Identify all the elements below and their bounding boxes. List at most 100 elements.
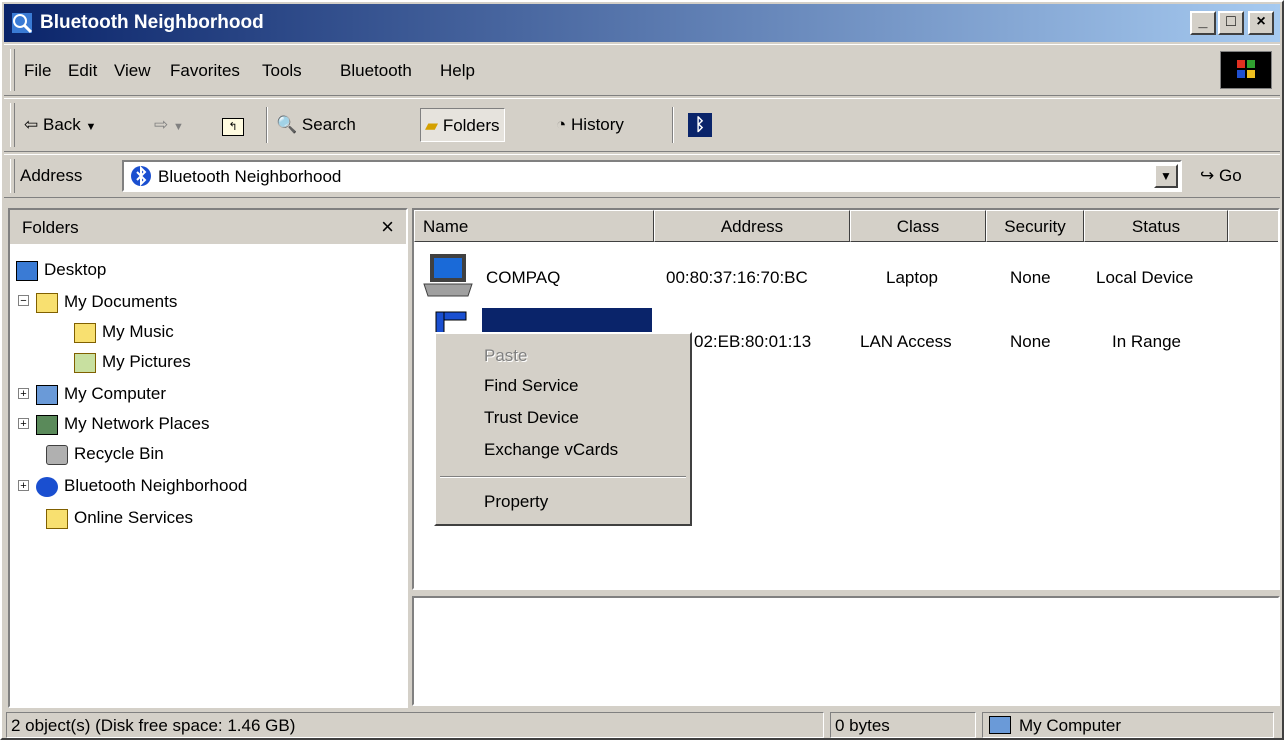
tree-label: My Network Places (64, 414, 210, 433)
tree-label: Recycle Bin (74, 444, 164, 463)
address-label: Address (20, 166, 83, 185)
row-status: Local Device (1096, 268, 1194, 287)
toolbar-separator (266, 107, 268, 143)
folder-icon (46, 508, 68, 529)
tree-item-bluetooth-neighborhood[interactable]: Bluetooth Neighborhood (36, 472, 247, 500)
go-button[interactable]: ↪ Go (1200, 166, 1242, 186)
address-dropdown-button[interactable]: ▼ (1154, 164, 1178, 188)
folders-label: Folders (442, 116, 500, 135)
row-address: 00:80:37:16:70:BC (666, 268, 808, 287)
tree-item-my-computer[interactable]: My Computer (36, 380, 166, 408)
tree-label: Online Services (74, 508, 194, 527)
tree-label: My Documents (64, 292, 178, 311)
tree-item-online-services[interactable]: Online Services (46, 504, 193, 532)
explorer-window: Bluetooth Neighborhood _ □ × File Edit V… (0, 0, 1284, 740)
expand-expander[interactable]: + (18, 418, 29, 430)
menubar-grip[interactable] (10, 49, 15, 91)
title-bar[interactable]: Bluetooth Neighborhood _ □ × (4, 4, 1280, 42)
close-button[interactable]: × (1248, 11, 1274, 35)
bluetooth-icon: ᛒ (688, 113, 712, 137)
menu-item-exchange-vcards[interactable]: Exchange vCards (484, 440, 618, 460)
menu-help[interactable]: Help (440, 61, 475, 81)
folders-button[interactable]: ▰ Folders (420, 108, 505, 142)
tree-item-recycle-bin[interactable]: Recycle Bin (46, 440, 164, 468)
column-header-class[interactable]: Class (850, 210, 986, 242)
row-status: In Range (1112, 332, 1181, 351)
column-header-address[interactable]: Address (654, 210, 850, 242)
menu-separator (440, 476, 686, 478)
preview-pane (412, 596, 1280, 706)
desktop-icon (16, 260, 38, 281)
laptop-icon[interactable] (422, 252, 474, 298)
back-button[interactable]: ⇦ Back ▼ (24, 108, 96, 142)
bluetooth-toolbar-button[interactable]: ᛒ (688, 108, 712, 142)
up-folder-icon: ↰ (222, 118, 244, 136)
up-folder-button[interactable]: ↰ (222, 108, 244, 142)
menu-favorites[interactable]: Favorites (170, 61, 240, 81)
collapse-expander[interactable]: − (18, 295, 29, 307)
row-name[interactable]: COMPAQ (486, 268, 560, 288)
selected-device-name[interactable] (482, 308, 652, 334)
menu-item-property[interactable]: Property (484, 492, 548, 512)
tree-item-my-documents[interactable]: My Documents (36, 288, 177, 316)
toolbar-separator (672, 107, 674, 143)
computer-icon (989, 716, 1011, 734)
search-button[interactable]: 🔍 Search (276, 108, 356, 142)
history-label: History (571, 115, 624, 134)
search-icon: 🔍 (276, 115, 298, 134)
addressbar-grip[interactable] (10, 159, 15, 193)
computer-icon (36, 384, 58, 405)
folder-icon (74, 322, 96, 343)
column-header-status[interactable]: Status (1084, 210, 1228, 242)
bluetooth-icon (36, 476, 58, 497)
menu-bar: File Edit View Favorites Tools Bluetooth… (4, 44, 1280, 96)
menu-file[interactable]: File (24, 61, 51, 81)
menu-bluetooth[interactable]: Bluetooth (340, 61, 412, 81)
folders-pane-header: Folders × (10, 210, 406, 244)
status-objects: 2 object(s) (Disk free space: 1.46 GB) (6, 712, 824, 738)
expand-expander[interactable]: + (18, 480, 29, 492)
network-icon (36, 414, 58, 435)
menu-item-trust-device[interactable]: Trust Device (484, 408, 579, 428)
history-button[interactable]: ◔ History (556, 108, 624, 142)
menu-tools[interactable]: Tools (262, 61, 302, 81)
chevron-down-icon: ▼ (1160, 169, 1172, 183)
column-header-security[interactable]: Security (986, 210, 1084, 242)
tree-label: My Computer (64, 384, 167, 403)
go-label: Go (1218, 166, 1242, 185)
expand-expander[interactable]: + (18, 388, 29, 400)
forward-arrow-icon: ⇨ (154, 115, 169, 134)
forward-button[interactable]: ⇨ ▼ (154, 108, 184, 142)
menu-view[interactable]: View (114, 61, 151, 81)
tree-item-my-network-places[interactable]: My Network Places (36, 410, 209, 438)
recycle-bin-icon (46, 444, 68, 465)
tree-label: Bluetooth Neighborhood (64, 476, 248, 495)
windows-logo-icon (1220, 51, 1272, 89)
maximize-button[interactable]: □ (1218, 11, 1244, 35)
menu-edit[interactable]: Edit (68, 61, 97, 81)
history-icon: ◔ (556, 115, 567, 134)
status-size: 0 bytes (830, 712, 976, 738)
status-bar: 2 object(s) (Disk free space: 1.46 GB) 0… (4, 710, 1280, 740)
pictures-folder-icon (74, 352, 96, 373)
menu-item-find-service[interactable]: Find Service (484, 376, 578, 396)
tree-item-desktop[interactable]: Desktop (16, 256, 106, 284)
status-location: My Computer (982, 712, 1274, 738)
minimize-button[interactable]: _ (1190, 11, 1216, 35)
tree-item-my-music[interactable]: My Music (74, 318, 174, 346)
close-folders-pane-button[interactable]: × (381, 214, 394, 240)
bluetooth-icon (131, 165, 151, 187)
toolbar-grip[interactable] (10, 103, 15, 147)
window-title: Bluetooth Neighborhood (40, 12, 264, 33)
context-menu: Paste Find Service Trust Device Exchange… (434, 332, 692, 526)
row-class: LAN Access (860, 332, 952, 351)
folders-pane-title: Folders (22, 218, 79, 237)
folders-pane: Folders × Desktop − My Documents My Musi… (8, 208, 408, 708)
menu-item-paste[interactable]: Paste (484, 346, 527, 366)
chevron-down-icon: ▼ (172, 121, 184, 133)
address-input[interactable]: Bluetooth Neighborhood ▼ (122, 160, 1182, 192)
tree-item-my-pictures[interactable]: My Pictures (74, 348, 191, 376)
open-folder-icon (36, 292, 58, 313)
back-arrow-icon: ⇦ (24, 115, 39, 134)
column-header-name[interactable]: Name (414, 210, 654, 242)
